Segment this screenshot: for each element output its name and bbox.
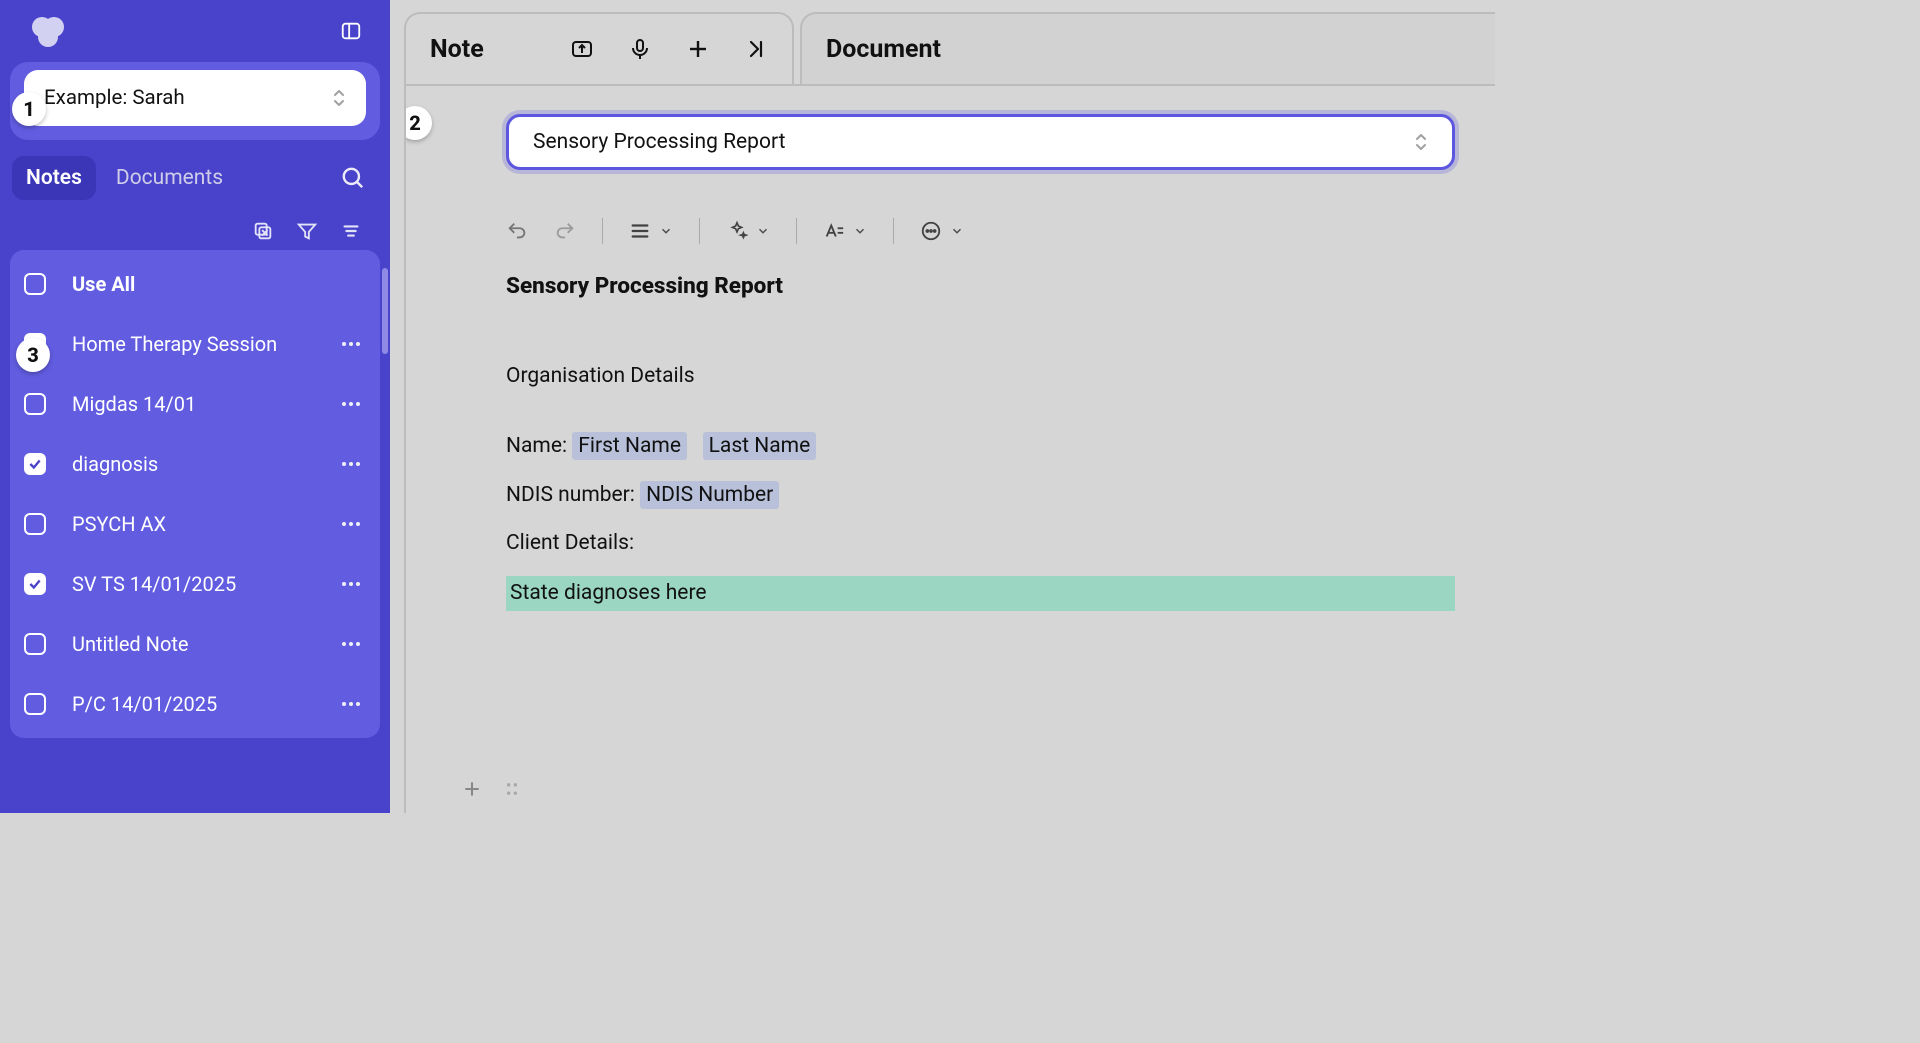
note-list: Use All Home Therapy Session Migdas 14/0…: [0, 250, 390, 813]
chevron-down-icon: [950, 224, 964, 238]
export-icon[interactable]: [570, 37, 594, 61]
note-more-icon[interactable]: [338, 702, 364, 706]
note-more-icon[interactable]: [338, 342, 364, 346]
note-more-icon[interactable]: [338, 582, 364, 586]
editor-toolbar: [506, 210, 1455, 270]
client-selector-container: Example: Sarah: [10, 62, 380, 140]
undo-button[interactable]: [506, 220, 528, 242]
bottom-left-controls: [462, 779, 522, 799]
tab-documents[interactable]: Documents: [102, 156, 237, 200]
document-title: Sensory Processing Report: [506, 270, 1455, 303]
text-format-dropdown[interactable]: [823, 220, 867, 242]
ndis-number-chip[interactable]: NDIS Number: [640, 481, 779, 509]
last-name-chip[interactable]: Last Name: [703, 432, 817, 460]
step-badge-1: 1: [12, 92, 46, 126]
search-button[interactable]: [340, 165, 378, 191]
document-content[interactable]: Sensory Processing Report Organisation D…: [506, 270, 1455, 611]
toggle-sidebar-button[interactable]: [340, 20, 362, 42]
note-label: diagnosis: [72, 452, 312, 476]
more-options-dropdown[interactable]: [920, 220, 964, 242]
sidebar-tabs: Notes Documents: [0, 148, 390, 208]
ndis-label: NDIS number:: [506, 483, 640, 507]
ai-actions-dropdown[interactable]: [726, 220, 770, 242]
note-label: P/C 14/01/2025: [72, 692, 312, 716]
note-more-icon[interactable]: [338, 522, 364, 526]
note-row[interactable]: PSYCH AX: [10, 494, 380, 554]
note-row[interactable]: Migdas 14/01: [10, 374, 380, 434]
step-badge-3: 3: [16, 338, 50, 372]
use-all-label: Use All: [72, 272, 364, 296]
copy-clear-icon[interactable]: [252, 220, 274, 242]
client-details-header: Client Details:: [506, 528, 1455, 558]
note-more-icon[interactable]: [338, 402, 364, 406]
client-selected-label: Example: Sarah: [44, 86, 185, 110]
note-more-icon[interactable]: [338, 642, 364, 646]
note-checkbox[interactable]: [24, 573, 46, 595]
skip-end-icon[interactable]: [744, 37, 768, 61]
document-tab-label: Document: [826, 35, 941, 64]
tab-notes[interactable]: Notes: [12, 156, 96, 200]
note-row[interactable]: P/C 14/01/2025: [10, 674, 380, 734]
client-selector[interactable]: Example: Sarah: [24, 70, 366, 126]
note-checkbox[interactable]: [24, 633, 46, 655]
redo-button[interactable]: [554, 220, 576, 242]
use-all-checkbox[interactable]: [24, 273, 46, 295]
note-label: SV TS 14/01/2025: [72, 572, 312, 596]
main-pane: Note Document 2: [390, 0, 1495, 813]
note-checkbox[interactable]: [24, 693, 46, 715]
filter-icon[interactable]: [296, 220, 318, 242]
chevron-down-icon: [853, 224, 867, 238]
org-details-header: Organisation Details: [506, 361, 1455, 391]
main-tabs-row: Note Document: [390, 0, 1495, 84]
document-tab[interactable]: Document: [800, 12, 1495, 84]
template-selector[interactable]: Sensory Processing Report: [506, 114, 1455, 170]
ndis-line: NDIS number: NDIS Number: [506, 480, 1455, 510]
step-badge-2: 2: [404, 106, 432, 140]
note-label: Migdas 14/01: [72, 392, 312, 416]
diagnoses-highlight[interactable]: State diagnoses here: [506, 576, 1455, 610]
template-selected-label: Sensory Processing Report: [533, 130, 785, 154]
add-block-button[interactable]: [462, 779, 482, 799]
use-all-row[interactable]: Use All: [10, 254, 380, 314]
note-label: PSYCH AX: [72, 512, 312, 536]
note-more-icon[interactable]: [338, 462, 364, 466]
document-body: 2 Sensory Processing Report: [404, 84, 1495, 813]
chevrons-updown-icon: [332, 88, 346, 108]
note-list-toolbar: [0, 208, 390, 250]
plus-icon[interactable]: [686, 37, 710, 61]
note-label: Home Therapy Session: [72, 332, 312, 356]
note-tab[interactable]: Note: [404, 12, 794, 84]
note-checkbox[interactable]: [24, 453, 46, 475]
paragraph-style-dropdown[interactable]: [629, 220, 673, 242]
note-checkbox[interactable]: [24, 513, 46, 535]
microphone-icon[interactable]: [628, 37, 652, 61]
note-row[interactable]: Untitled Note: [10, 614, 380, 674]
note-row[interactable]: SV TS 14/01/2025: [10, 554, 380, 614]
note-label: Untitled Note: [72, 632, 312, 656]
chevron-down-icon: [659, 224, 673, 238]
note-row[interactable]: Home Therapy Session: [10, 314, 380, 374]
name-label: Name:: [506, 434, 572, 458]
name-line: Name: First Name Last Name: [506, 431, 1455, 461]
sidebar: 1 Example: Sarah Notes Documents 3: [0, 0, 390, 813]
note-checkbox[interactable]: [24, 393, 46, 415]
sort-icon[interactable]: [340, 220, 362, 242]
note-row[interactable]: diagnosis: [10, 434, 380, 494]
chevrons-updown-icon: [1414, 132, 1428, 152]
app-logo-icon: [28, 11, 68, 51]
note-tab-label: Note: [430, 35, 484, 64]
drag-handle-icon[interactable]: [502, 779, 522, 799]
chevron-down-icon: [756, 224, 770, 238]
first-name-chip[interactable]: First Name: [572, 432, 687, 460]
sidebar-header: [0, 0, 390, 62]
sidebar-scrollbar[interactable]: [382, 268, 388, 354]
